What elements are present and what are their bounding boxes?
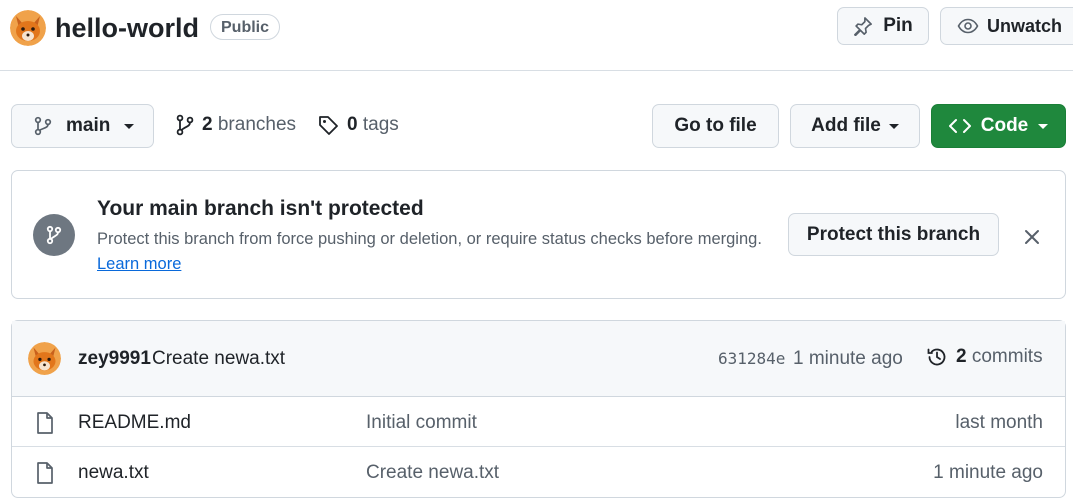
branch-selector[interactable]: main <box>11 104 154 148</box>
chevron-down-icon <box>1038 123 1049 129</box>
git-branch-icon <box>176 114 194 136</box>
commit-author-avatar[interactable] <box>28 342 61 375</box>
chevron-down-icon <box>888 123 899 129</box>
code-label: Code <box>980 115 1029 136</box>
pin-button[interactable]: Pin <box>837 7 929 45</box>
close-icon[interactable] <box>1021 226 1043 248</box>
code-icon <box>948 118 971 134</box>
unwatch-button[interactable]: Unwatch 1 <box>940 7 1073 45</box>
commit-sha[interactable]: 631284e <box>718 349 785 368</box>
tags-label: tags <box>362 114 399 135</box>
repo-name[interactable]: hello-world <box>55 11 199 45</box>
file-commit-time: 1 minute ago <box>933 462 1043 483</box>
protect-branch-button[interactable]: Protect this branch <box>788 213 999 256</box>
file-icon <box>34 461 56 485</box>
commit-time: 1 minute ago <box>793 348 903 369</box>
banner-title: Your main branch isn't protected <box>97 197 424 220</box>
pin-label: Pin <box>883 15 913 36</box>
file-name[interactable]: newa.txt <box>78 462 149 484</box>
branches-label: branches <box>217 114 297 135</box>
file-icon <box>34 411 56 435</box>
tag-icon <box>318 115 339 136</box>
learn-more-link[interactable]: Learn more <box>97 255 181 274</box>
header-divider <box>0 70 1073 71</box>
chevron-down-icon <box>124 123 135 129</box>
commits-link[interactable]: 2 commits <box>926 346 1043 368</box>
banner-description: Protect this branch from force pushing o… <box>97 230 762 248</box>
history-icon <box>926 346 948 368</box>
commit-count: 2 <box>956 346 967 367</box>
branches-link[interactable]: 2 branches <box>176 114 296 136</box>
file-commit-time: last month <box>955 412 1043 433</box>
pin-icon <box>853 16 873 36</box>
file-commit-message[interactable]: Create newa.txt <box>366 462 499 484</box>
current-branch: main <box>66 115 111 136</box>
go-to-file-button[interactable]: Go to file <box>652 104 779 148</box>
branch-count: 2 <box>202 114 213 135</box>
eye-icon <box>957 17 979 35</box>
commit-message[interactable]: Create newa.txt <box>152 348 285 370</box>
git-branch-icon <box>34 116 52 136</box>
code-button[interactable]: Code <box>931 104 1066 148</box>
commit-author[interactable]: zey9991 <box>78 348 151 370</box>
file-name[interactable]: README.md <box>78 412 191 434</box>
tags-link[interactable]: 0 tags <box>318 114 399 136</box>
add-file-button[interactable]: Add file <box>790 104 920 148</box>
row-divider <box>12 446 1065 447</box>
add-file-label: Add file <box>811 115 881 136</box>
git-branch-icon <box>33 214 75 256</box>
unwatch-label: Unwatch <box>987 15 1063 36</box>
commits-label: commits <box>971 346 1043 367</box>
file-commit-message[interactable]: Initial commit <box>366 412 477 434</box>
tag-count: 0 <box>347 114 358 135</box>
visibility-badge: Public <box>210 14 281 40</box>
repo-owner-avatar[interactable] <box>10 10 46 46</box>
